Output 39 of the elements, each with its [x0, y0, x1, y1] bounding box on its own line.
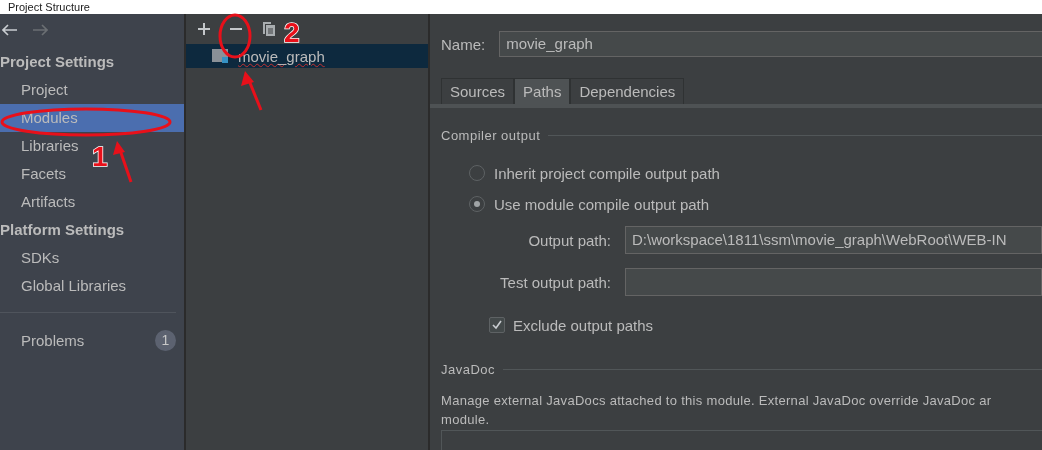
name-label: Name: — [441, 35, 486, 53]
radio-button[interactable] — [469, 196, 485, 212]
annotation-number: 1 — [92, 141, 108, 172]
radio-label: Inherit project compile output path — [494, 164, 720, 182]
sidebar-item[interactable]: Artifacts — [0, 188, 80, 216]
tab[interactable]: Sources — [441, 78, 515, 104]
description-text: module. — [441, 412, 491, 427]
group-title: JavaDoc — [441, 362, 496, 377]
group-title: Compiler output — [441, 128, 541, 143]
back-arrow-icon[interactable] — [2, 24, 18, 36]
problems-item[interactable]: Problems — [21, 331, 85, 349]
sidebar-item[interactable]: Facets — [0, 160, 70, 188]
copy-icon[interactable] — [262, 21, 276, 37]
checkbox[interactable] — [489, 317, 505, 333]
tab[interactable]: Paths — [514, 78, 571, 104]
test-output-path-label: Test output path: — [499, 273, 611, 291]
module-name: movie_graph — [238, 47, 325, 65]
sidebar-item[interactable]: Project — [0, 76, 72, 104]
annotation-arrow — [241, 71, 263, 111]
output-path-label: Output path: — [527, 231, 611, 249]
annotation-arrow — [113, 141, 133, 183]
folder-icon — [212, 49, 230, 63]
add-icon[interactable] — [198, 23, 210, 35]
sidebar-item[interactable]: Libraries — [0, 132, 83, 160]
name-field[interactable]: movie_graph — [499, 31, 1042, 57]
radio-label: Use module compile output path — [494, 195, 710, 213]
module-item[interactable]: movie_graph — [186, 44, 428, 68]
sidebar-item[interactable]: Global Libraries — [0, 272, 131, 300]
checkbox-label: Exclude output paths — [513, 316, 654, 334]
section-header: Project Settings — [0, 52, 116, 72]
radio-button[interactable] — [469, 165, 485, 181]
test-output-path-field[interactable] — [625, 268, 1042, 296]
output-path-field[interactable]: D:\workspace\1811\ssm\movie_graph\WebRoot\WEB-IN — [625, 226, 1042, 254]
tab[interactable]: Dependencies — [570, 78, 685, 104]
description-text: Manage external JavaDocs attached to this module. External JavaDoc override JavaDoc ar — [441, 393, 993, 408]
section-header: Platform Settings — [0, 220, 126, 240]
window-title: Project Structure — [8, 1, 90, 13]
problem-count-badge: 1 — [155, 329, 176, 351]
sidebar-item[interactable]: SDKs — [0, 244, 64, 272]
